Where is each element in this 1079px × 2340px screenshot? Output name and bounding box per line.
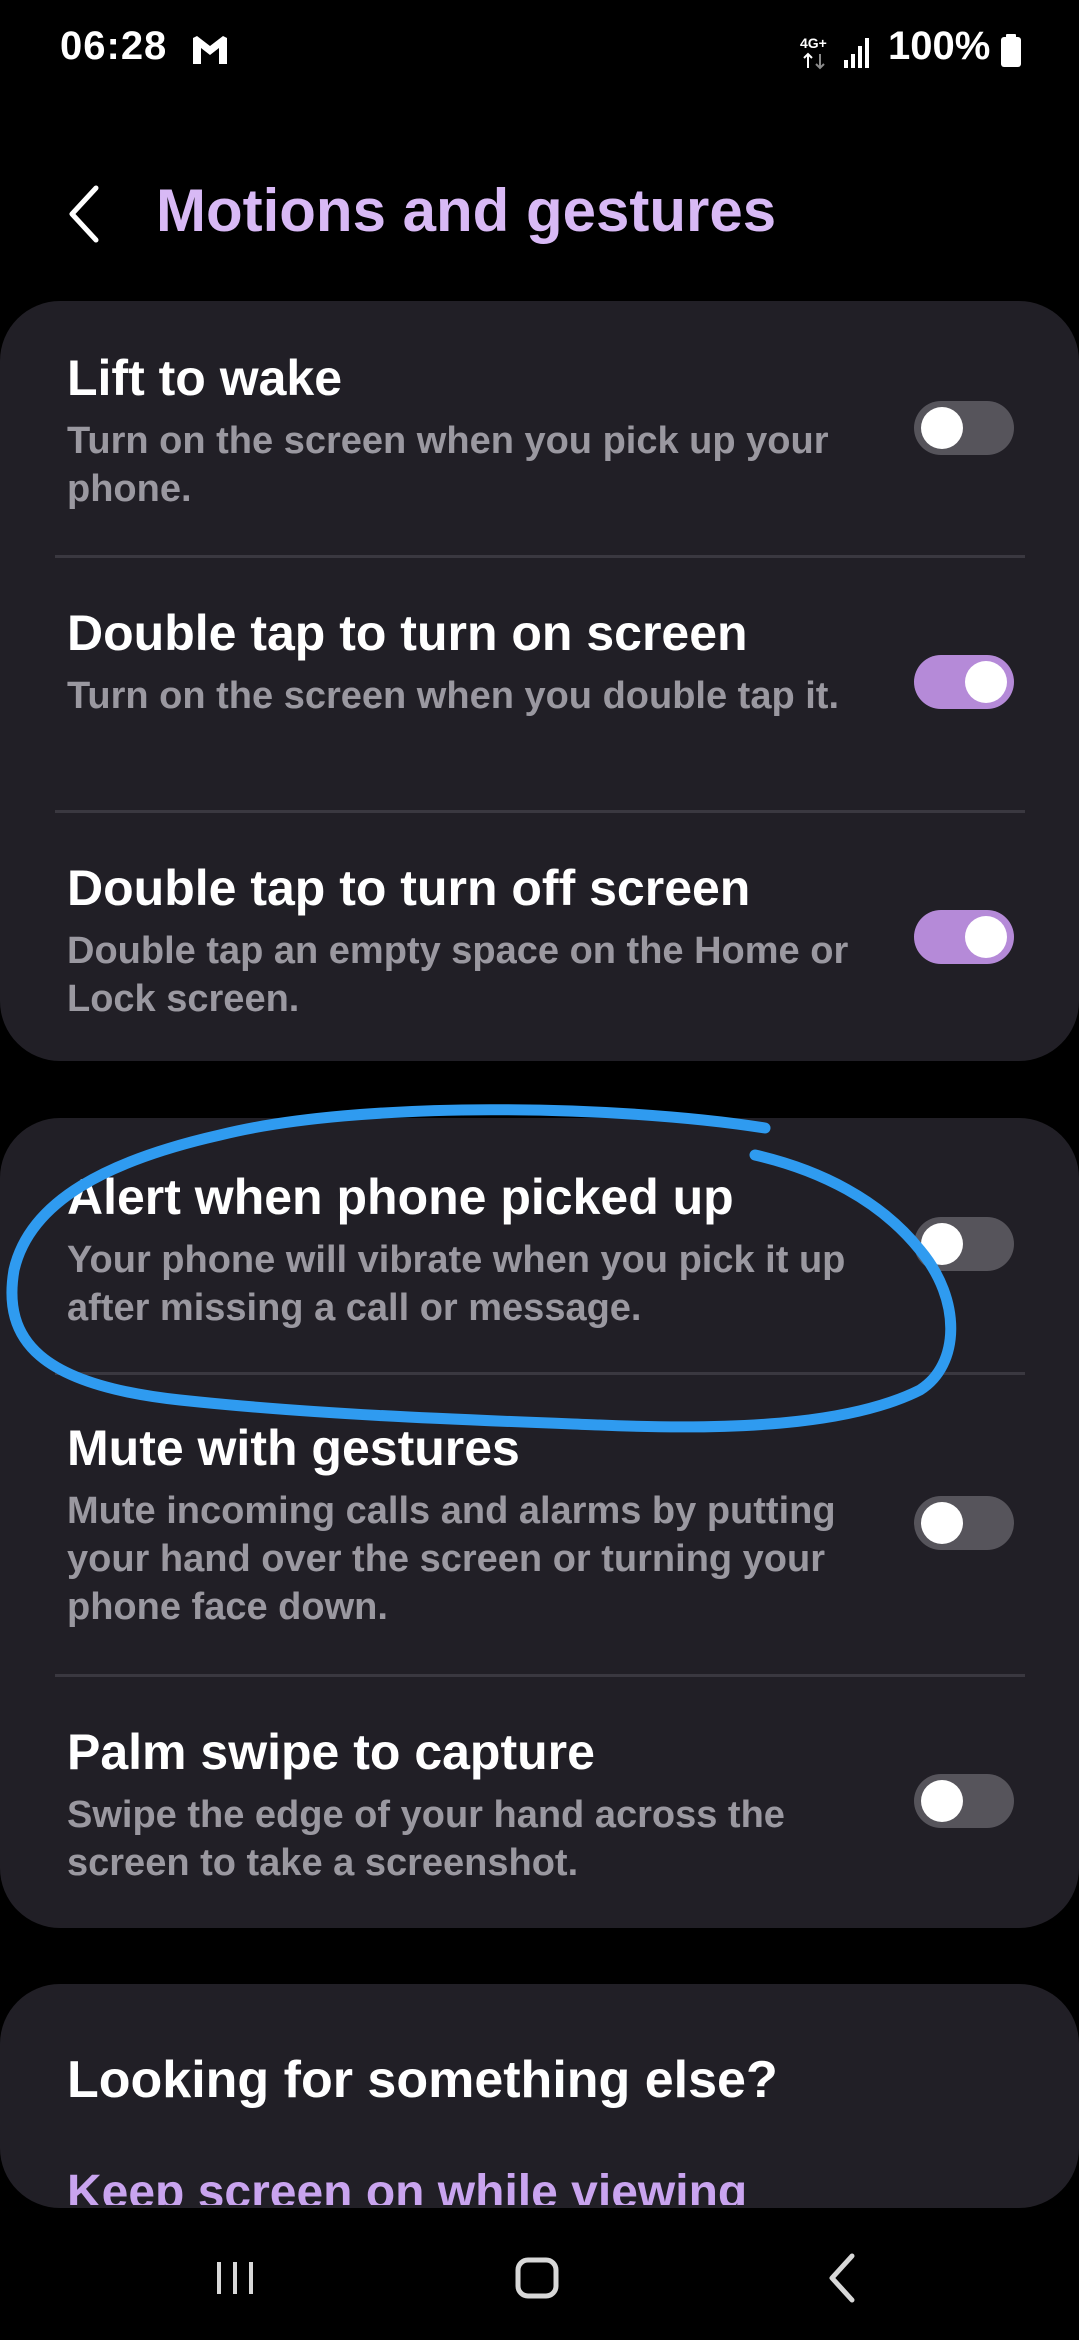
- status-time: 06:28: [60, 24, 168, 68]
- suggestion-link-container: Keep screen on while viewing: [67, 2165, 967, 2205]
- setting-description: Turn on the screen when you double tap i…: [67, 675, 840, 717]
- home-icon[interactable]: [497, 2242, 577, 2312]
- setting-description: Double tap an empty space on the Home or…: [67, 930, 849, 1020]
- setting-palm-swipe[interactable]: Palm swipe to capture Swipe the edge of …: [0, 1677, 1079, 1928]
- svg-text:4G+: 4G+: [800, 35, 827, 51]
- chevron-left-icon[interactable]: [62, 180, 112, 250]
- gmail-icon: [193, 36, 227, 64]
- setting-title: Double tap to turn on screen: [67, 605, 748, 661]
- signal-icon: [844, 38, 869, 68]
- toggle-knob: [921, 1780, 963, 1822]
- back-icon[interactable]: [802, 2242, 882, 2312]
- suggestions-heading: Looking for something else?: [67, 2051, 778, 2109]
- page-title: Motions and gestures: [156, 177, 777, 244]
- alert-picked-up-toggle[interactable]: [914, 1217, 1014, 1271]
- setting-description: Swipe the edge of your hand across the s…: [67, 1794, 785, 1884]
- navigation-bar: [0, 2220, 1079, 2340]
- battery-icon: [1001, 34, 1021, 67]
- settings-card-display: Lift to wake Turn on the screen when you…: [0, 301, 1079, 1061]
- mute-gestures-toggle[interactable]: [914, 1496, 1014, 1550]
- double-tap-on-toggle[interactable]: [914, 655, 1014, 709]
- toggle-knob: [965, 661, 1007, 703]
- toggle-knob: [921, 1223, 963, 1265]
- palm-swipe-toggle[interactable]: [914, 1774, 1014, 1828]
- network-icon: 4G+: [800, 35, 827, 70]
- setting-title: Lift to wake: [67, 350, 343, 406]
- toggle-knob: [965, 916, 1007, 958]
- setting-lift-to-wake[interactable]: Lift to wake Turn on the screen when you…: [0, 301, 1079, 556]
- setting-mute-gestures[interactable]: Mute with gestures Mute incoming calls a…: [0, 1375, 1079, 1675]
- status-bar: 06:28 4G+ 100%: [0, 0, 1079, 100]
- toggle-knob: [921, 407, 963, 449]
- setting-title: Mute with gestures: [67, 1420, 520, 1476]
- setting-description: Turn on the screen when you pick up your…: [67, 420, 829, 510]
- screen: 06:28 4G+ 100% Motions and gestures Lift…: [0, 0, 1079, 2340]
- double-tap-off-toggle[interactable]: [914, 910, 1014, 964]
- suggestion-link[interactable]: Keep screen on while viewing: [67, 2165, 747, 2205]
- lift-to-wake-toggle[interactable]: [914, 401, 1014, 455]
- setting-title: Double tap to turn off screen: [67, 860, 751, 916]
- recents-icon[interactable]: [196, 2242, 276, 2312]
- setting-double-tap-on[interactable]: Double tap to turn on screen Turn on the…: [0, 558, 1079, 811]
- setting-description: Mute incoming calls and alarms by puttin…: [67, 1490, 836, 1628]
- setting-title: Palm swipe to capture: [67, 1724, 595, 1780]
- toggle-knob: [921, 1502, 963, 1544]
- setting-double-tap-off[interactable]: Double tap to turn off screen Double tap…: [0, 813, 1079, 1061]
- setting-alert-picked-up[interactable]: Alert when phone picked up Your phone wi…: [0, 1118, 1079, 1373]
- settings-card-gestures: Alert when phone picked up Your phone wi…: [0, 1118, 1079, 1928]
- setting-title: Alert when phone picked up: [67, 1169, 734, 1225]
- setting-description: Your phone will vibrate when you pick it…: [67, 1239, 846, 1329]
- battery-percentage: 100%: [888, 24, 991, 68]
